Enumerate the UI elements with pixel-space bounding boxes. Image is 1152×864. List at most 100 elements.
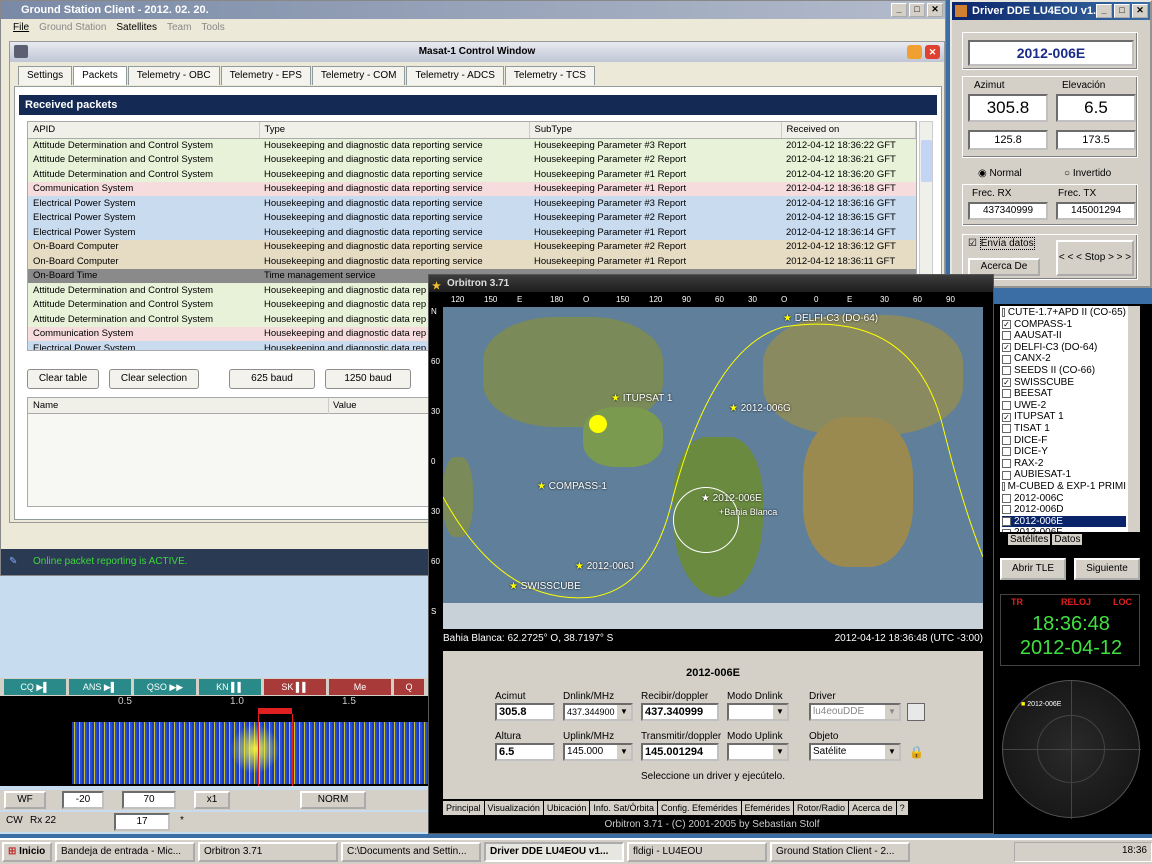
satellite-list-item[interactable]: TISAT 1 <box>1002 423 1126 435</box>
checkbox-icon[interactable] <box>1002 424 1011 434</box>
clear-table-button[interactable]: Clear table <box>27 369 99 389</box>
sat-delfi-c3[interactable]: ★ DELFI-C3 (DO-64) <box>783 313 878 324</box>
checkbox-icon[interactable] <box>1002 482 1005 492</box>
dnlink-select[interactable]: 437.344900 <box>563 703 633 721</box>
satellite-list-item[interactable]: CANX-2 <box>1002 353 1126 365</box>
radio-normal[interactable]: ◉ Normal <box>978 168 1022 179</box>
maximize-icon[interactable]: □ <box>1114 4 1130 18</box>
close-icon[interactable]: ✕ <box>925 45 940 59</box>
qso-button[interactable]: QSO ▶▶ <box>134 679 196 695</box>
orbitron-tab[interactable]: Info. Sat/Órbita <box>590 801 657 815</box>
menu-team[interactable]: Team <box>167 19 191 37</box>
satellite-list-item[interactable]: SEEDS II (CO-66) <box>1002 365 1126 377</box>
star-button[interactable]: * <box>180 815 184 826</box>
satellite-list-item[interactable]: ✓ SWISSCUBE <box>1002 377 1126 389</box>
siguiente-button[interactable]: Siguiente <box>1074 558 1140 580</box>
taskbar-item-dde-driver[interactable]: Driver DDE LU4EOU v1... <box>484 842 624 862</box>
minimize-icon[interactable]: _ <box>891 3 907 17</box>
satellite-list-item[interactable]: UWE-2 <box>1002 400 1126 412</box>
norm-button[interactable]: NORM <box>300 791 366 809</box>
masat-title-bar[interactable]: Masat-1 Control Window ✕ <box>10 42 944 62</box>
tab-telemetry-adcs[interactable]: Telemetry - ADCS <box>406 66 504 85</box>
satellite-list-item[interactable]: M-CUBED & EXP-1 PRIMI <box>1002 481 1126 493</box>
menu-satellites[interactable]: Satellites <box>116 19 157 37</box>
kn-button[interactable]: KN ▌▌ <box>199 679 261 695</box>
modo-uplink-select[interactable] <box>727 743 789 761</box>
tab-datos[interactable]: Datos <box>1052 534 1083 545</box>
zoom-button[interactable]: x1 <box>194 791 230 809</box>
orbitron-tab[interactable]: Rotor/Radio <box>794 801 849 815</box>
sk-button[interactable]: SK ▌▌ <box>264 679 326 695</box>
uplink-select[interactable]: 145.000 <box>563 743 633 761</box>
checkbox-icon[interactable]: ✓ <box>1002 377 1011 387</box>
maximize-icon[interactable]: □ <box>909 3 925 17</box>
tab-settings[interactable]: Settings <box>18 66 73 85</box>
window-menu-icon[interactable] <box>14 45 28 58</box>
tab-telemetry-obc[interactable]: Telemetry - OBC <box>127 66 220 85</box>
col-received-on[interactable]: Received on <box>781 122 916 139</box>
orbitron-tab[interactable]: Principal <box>443 801 484 815</box>
satellite-list-scrollbar[interactable] <box>1128 306 1140 532</box>
orbitron-tab[interactable]: Acerca de <box>849 801 896 815</box>
lock-icon[interactable]: 🔒 <box>909 745 924 759</box>
checkbox-icon[interactable] <box>1002 493 1011 503</box>
satellite-list-item[interactable]: BEESAT <box>1002 388 1126 400</box>
table-row[interactable]: Attitude Determination and Control Syste… <box>28 138 916 153</box>
q-button[interactable]: Q <box>394 679 424 695</box>
table-row[interactable]: Electrical Power System Housekeeping and … <box>28 225 916 240</box>
cq-button[interactable]: CQ ▶▌ <box>4 679 66 695</box>
close-icon[interactable]: ✕ <box>927 3 943 17</box>
table-row[interactable]: On-Board Computer Housekeeping and diagno… <box>28 254 916 269</box>
sat-itupsat-1[interactable]: ★ ITUPSAT 1 <box>611 393 672 404</box>
satellite-list-item[interactable]: AAUSAT-II <box>1002 330 1126 342</box>
checkbox-icon[interactable]: ✓ <box>1002 516 1011 526</box>
checkbox-icon[interactable] <box>1002 505 1011 515</box>
1250-baud-button[interactable]: 1250 baud <box>325 369 411 389</box>
satellite-list-item[interactable]: 2012-006C <box>1002 493 1126 505</box>
checkbox-icon[interactable] <box>1002 459 1011 469</box>
stop-button[interactable]: < < < Stop > > > <box>1056 240 1134 276</box>
625-baud-button[interactable]: 625 baud <box>229 369 315 389</box>
col-apid[interactable]: APID <box>28 122 260 139</box>
orbitron-tab[interactable]: Efemérides <box>741 801 794 815</box>
world-map[interactable]: ★ DELFI-C3 (DO-64) ★ ITUPSAT 1 ★ 2012-00… <box>443 307 983 629</box>
waterfall[interactable] <box>0 714 428 786</box>
satellite-list-item[interactable]: CUTE-1.7+APD II (CO-65) <box>1002 307 1126 319</box>
checkbox-icon[interactable] <box>1002 447 1011 457</box>
taskbar-item-mail[interactable]: Bandeja de entrada - Mic... <box>55 842 195 862</box>
me-button[interactable]: Me <box>329 679 391 695</box>
tab-satelites[interactable]: Satélites <box>1008 534 1051 545</box>
rx-value-input[interactable]: 17 <box>114 813 170 831</box>
menu-ground-station[interactable]: Ground Station <box>39 19 106 37</box>
menu-tools[interactable]: Tools <box>201 19 224 37</box>
checkbox-icon[interactable]: ✓ <box>1002 319 1011 329</box>
modo-dnlink-select[interactable] <box>727 703 789 721</box>
sat-2012-006e[interactable]: ★ 2012-006E <box>701 493 762 504</box>
satellite-list-item[interactable]: RAX-2 <box>1002 458 1126 470</box>
orbitron-tab[interactable]: ? <box>896 801 908 815</box>
table-row[interactable]: Attitude Determination and Control Syste… <box>28 167 916 182</box>
satellite-list-item[interactable]: ✓ ITUPSAT 1 <box>1002 411 1126 423</box>
close-icon[interactable]: ✕ <box>1132 4 1148 18</box>
tab-telemetry-eps[interactable]: Telemetry - EPS <box>220 66 311 85</box>
orbitron-tab[interactable]: Config. Efemérides <box>657 801 741 815</box>
satellite-list-item[interactable]: ✓ 2012-006E <box>1002 515 1126 528</box>
menu-file[interactable]: File <box>13 19 29 37</box>
checkbox-icon[interactable] <box>1002 389 1011 399</box>
table-row[interactable]: Communication System Housekeeping and dia… <box>28 181 916 196</box>
ans-button[interactable]: ANS ▶▌ <box>69 679 131 695</box>
satellite-list-item[interactable]: 2012-006F <box>1002 527 1126 532</box>
wf-range-input[interactable]: 70 <box>122 791 176 809</box>
sat-2012-006g[interactable]: ★ 2012-006G <box>729 403 791 414</box>
sat-swisscube[interactable]: ★ SWISSCUBE <box>509 581 581 592</box>
satellite-list-item[interactable]: AUBIESAT-1 <box>1002 469 1126 481</box>
orbitron-tab[interactable]: Ubicación <box>543 801 590 815</box>
orbitron-tab[interactable]: Visualización <box>484 801 543 815</box>
taskbar-item-fldigi[interactable]: fldigi - LU4EOU <box>627 842 767 862</box>
dde-title-bar[interactable]: Driver DDE LU4EOU v1.0 _ □ ✕ <box>952 2 1150 20</box>
objeto-select[interactable]: Satélite <box>809 743 901 761</box>
col-value[interactable]: Value <box>328 398 357 414</box>
start-button[interactable]: ⊞ Inicio <box>2 842 52 862</box>
checkbox-icon[interactable] <box>1002 435 1011 445</box>
tab-telemetry-com[interactable]: Telemetry - COM <box>311 66 406 85</box>
